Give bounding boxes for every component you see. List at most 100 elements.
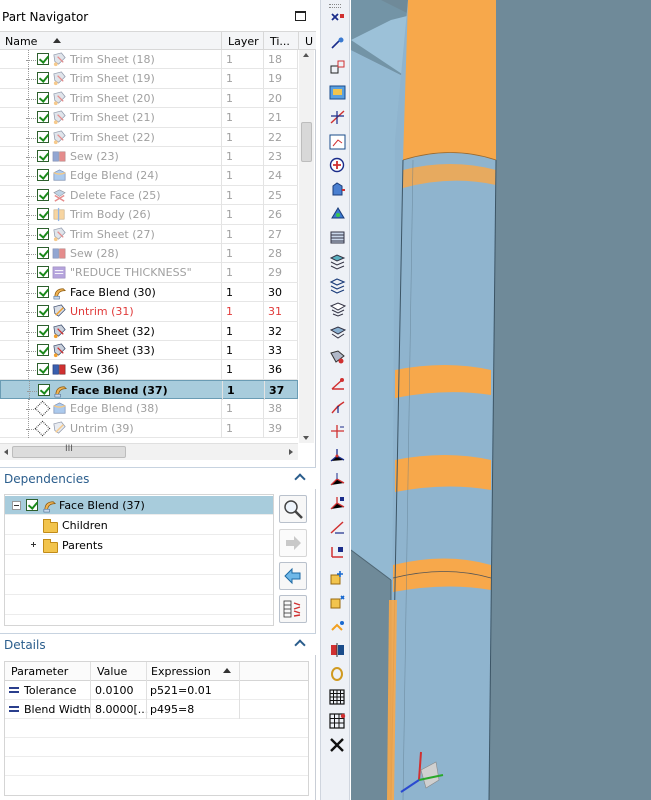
checkbox-icon[interactable] <box>37 53 49 65</box>
checkbox-icon[interactable] <box>37 227 49 240</box>
extrude-icon[interactable] <box>332 182 345 196</box>
checkbox-icon[interactable] <box>37 188 49 201</box>
constraint-icon-2[interactable] <box>330 595 345 609</box>
checkbox-icon[interactable] <box>37 169 49 182</box>
checkbox-icon[interactable] <box>26 499 38 511</box>
axis-icon-3[interactable] <box>331 425 344 438</box>
thicken-icon[interactable] <box>329 302 347 317</box>
tree-row[interactable]: Trim Sheet (18) 1 18 <box>0 50 298 70</box>
parameter-value[interactable]: 8.0000[... <box>95 703 148 716</box>
checkbox-icon[interactable] <box>37 91 49 104</box>
column-divider[interactable] <box>221 32 222 50</box>
constraint-icon-3[interactable] <box>331 621 344 631</box>
checkbox-icon[interactable] <box>38 383 50 396</box>
collapse-node-icon[interactable] <box>12 501 21 510</box>
attach-icon[interactable] <box>331 667 343 681</box>
column-divider[interactable] <box>298 32 299 50</box>
column-time-header[interactable]: Ti... <box>270 35 290 48</box>
graphics-window[interactable] <box>351 0 651 800</box>
point-icon[interactable] <box>331 37 344 49</box>
tree-row[interactable]: Sew (28) 1 28 <box>0 244 298 264</box>
curve-icon[interactable] <box>330 110 345 124</box>
magnifier-button[interactable] <box>279 495 307 523</box>
tree-row[interactable]: Edge Blend (38) 1 38 <box>0 399 298 419</box>
dependency-list-button[interactable] <box>279 595 307 623</box>
tree-row[interactable]: Trim Sheet (32) 1 32 <box>0 321 298 341</box>
axis-icon-2[interactable] <box>331 401 345 414</box>
tree-row[interactable]: Face Blend (30) 1 30 <box>0 282 298 303</box>
checkbox-icon[interactable] <box>37 130 49 143</box>
tree-row[interactable]: Sew (36) 1 36 <box>0 360 298 380</box>
checkbox-icon[interactable] <box>37 150 49 162</box>
scroll-thumb[interactable]: III <box>12 444 126 458</box>
constraint-icon-1[interactable] <box>330 571 343 585</box>
scroll-down-icon[interactable] <box>303 436 309 440</box>
axis-icon-6[interactable] <box>330 497 345 510</box>
column-name-header[interactable]: Name <box>5 35 37 48</box>
sketch-icon[interactable] <box>329 85 346 100</box>
revolve-icon[interactable] <box>331 207 345 219</box>
tree-row[interactable]: Trim Sheet (21) 1 21 <box>0 108 298 128</box>
collapse-icon[interactable] <box>294 639 306 651</box>
tree-row[interactable]: Edge Blend (24) 1 24 <box>0 166 298 186</box>
axis-icon-4[interactable] <box>330 449 345 462</box>
details-row-tolerance[interactable]: Tolerance 0.0100 p521=0.01 <box>5 681 308 700</box>
checkbox-icon[interactable] <box>37 285 49 298</box>
checkbox-icon[interactable] <box>37 266 49 279</box>
datum-csys-icon[interactable] <box>331 13 344 21</box>
column-divider[interactable] <box>239 662 240 681</box>
scroll-left-icon[interactable] <box>4 449 8 455</box>
checkbox-icon[interactable] <box>37 208 49 221</box>
add-feature-icon[interactable] <box>329 157 345 173</box>
tree-row[interactable]: Delete Face (25) 1 25 <box>0 185 298 206</box>
tree-row[interactable]: Untrim (39) 1 39 <box>0 418 298 438</box>
scroll-up-icon[interactable] <box>303 53 309 57</box>
checkbox-icon[interactable] <box>37 363 49 376</box>
layer-stack-icon[interactable] <box>330 231 345 244</box>
horizontal-scrollbar[interactable]: III <box>0 443 298 460</box>
scroll-right-icon[interactable] <box>289 449 293 455</box>
vertical-scrollbar[interactable] <box>299 50 314 443</box>
box-select-icon[interactable] <box>330 60 345 74</box>
tree-row[interactable]: Trim Sheet (33) 1 33 <box>0 341 298 361</box>
tree-row[interactable]: Sew (23) 1 23 <box>0 147 298 167</box>
forward-button[interactable] <box>279 529 307 557</box>
checkbox-icon[interactable] <box>37 305 49 318</box>
checkbox-icon[interactable] <box>37 344 49 356</box>
checkbox-icon[interactable] <box>37 324 49 337</box>
dependency-item-children[interactable]: Children <box>5 516 273 535</box>
checkbox-icon[interactable] <box>37 111 49 124</box>
trim-sheet-tool-icon[interactable] <box>330 350 345 364</box>
column-divider[interactable] <box>263 32 264 50</box>
shell-icon[interactable] <box>329 326 347 339</box>
suppressed-checkbox-icon[interactable] <box>34 400 51 417</box>
column-value-header[interactable]: Value <box>97 665 127 678</box>
face-blend-band-2[interactable] <box>395 455 491 492</box>
tree-row[interactable]: Trim Sheet (19) 1 19 <box>0 69 298 89</box>
column-u-header[interactable]: U <box>305 35 313 48</box>
maximize-icon[interactable] <box>295 11 306 21</box>
face-blend-cap[interactable] <box>403 0 496 160</box>
tree-row[interactable]: Trim Sheet (20) 1 20 <box>0 88 298 109</box>
grid-icon[interactable] <box>329 689 345 705</box>
tree-row[interactable]: Trim Sheet (27) 1 27 <box>0 224 298 244</box>
column-divider[interactable] <box>90 662 91 681</box>
tree-row[interactable]: Trim Body (26) 1 26 <box>0 205 298 225</box>
offset-surface-icon[interactable] <box>329 278 346 294</box>
dependency-item-selected[interactable]: Face Blend (37) <box>5 496 273 515</box>
column-layer-header[interactable]: Layer <box>228 35 259 48</box>
column-expression-header[interactable]: Expression <box>151 665 211 678</box>
grid-settings-icon[interactable] <box>329 713 346 729</box>
expand-node-icon[interactable] <box>30 541 39 550</box>
scroll-thumb[interactable] <box>301 122 312 162</box>
model-view[interactable] <box>351 0 651 800</box>
axis-icon-8[interactable] <box>331 547 343 558</box>
dependency-item-parents[interactable]: Parents <box>5 536 273 555</box>
mirror-icon[interactable] <box>331 643 344 657</box>
chart-axis-icon[interactable] <box>329 134 346 150</box>
column-divider[interactable] <box>146 662 147 681</box>
checkbox-icon[interactable] <box>37 247 49 259</box>
axis-icon-1[interactable] <box>331 378 344 390</box>
back-button[interactable] <box>279 562 307 590</box>
axis-icon-7[interactable] <box>330 521 344 534</box>
